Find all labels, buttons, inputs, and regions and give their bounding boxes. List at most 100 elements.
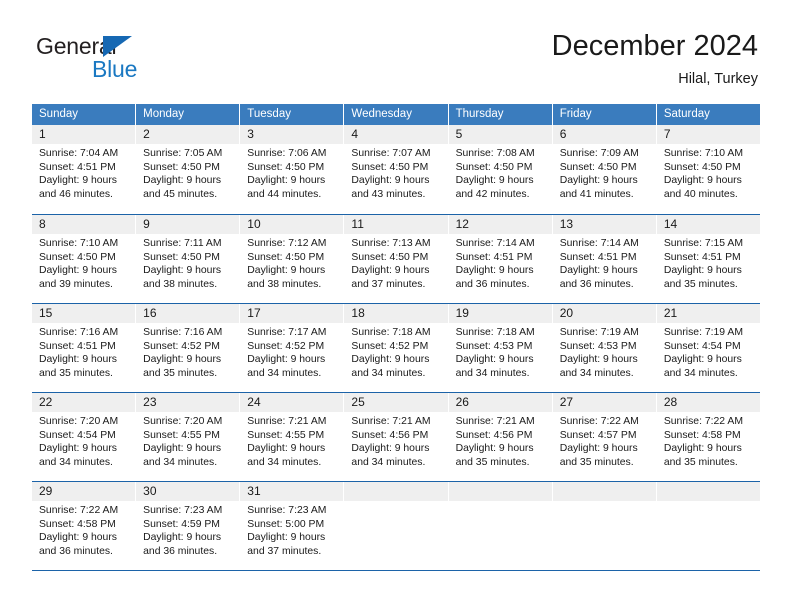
day-detail-line: Sunrise: 7:14 AM [559, 238, 639, 249]
calendar-day-cell-empty [656, 482, 760, 570]
calendar-day-cell-11[interactable]: 11 Sunrise: 7:13 AM Sunset: 4:50 PM Dayligh… [344, 215, 449, 303]
day-detail-lines: Sunrise: 7:14 AM Sunset: 4:51 PM Daylight:… [553, 234, 656, 291]
day-detail-line: Daylight: 9 hours [39, 265, 117, 277]
day-number: 7 [663, 127, 671, 141]
calendar-week-row: 15 Sunrise: 7:16 AM Sunset: 4:51 PM Dayligh… [32, 303, 760, 392]
page-header: General Blue December 2024 Hilal, Turkey [0, 0, 792, 98]
day-detail-line: Sunset: 4:52 PM [143, 340, 220, 352]
day-number: 14 [663, 217, 678, 231]
day-number: 28 [663, 395, 678, 409]
calendar-day-cell-27[interactable]: 27 Sunrise: 7:22 AM Sunset: 4:57 PM Dayligh… [552, 393, 657, 481]
general-blue-logo[interactable]: General Blue [36, 33, 236, 85]
day-detail-line: Sunset: 4:56 PM [351, 429, 429, 441]
day-number-band: 15 [32, 304, 136, 323]
day-number-band: 24 [240, 393, 344, 412]
calendar-day-cell-19[interactable]: 19 Sunrise: 7:18 AM Sunset: 4:53 PM Dayligh… [448, 304, 553, 392]
day-detail-line: Daylight: 9 hours [39, 354, 117, 366]
calendar-day-cell-16[interactable]: 16 Sunrise: 7:16 AM Sunset: 4:52 PM Dayligh… [136, 304, 241, 392]
table-bottom-border [32, 570, 760, 571]
day-detail-lines [449, 501, 552, 504]
calendar-day-cell-2[interactable]: 2 Sunrise: 7:05 AM Sunset: 4:50 PM Daylight… [136, 125, 241, 214]
calendar-week-row: 1 Sunrise: 7:04 AM Sunset: 4:51 PM Daylight… [32, 125, 760, 214]
day-detail-lines: Sunrise: 7:22 AM Sunset: 4:57 PM Daylight:… [553, 412, 656, 469]
calendar-day-cell-14[interactable]: 14 Sunrise: 7:15 AM Sunset: 4:51 PM Dayligh… [656, 215, 760, 303]
calendar-day-cell-13[interactable]: 13 Sunrise: 7:14 AM Sunset: 4:51 PM Dayligh… [552, 215, 657, 303]
day-detail-line: and 44 minutes. [247, 188, 322, 200]
day-detail-line: Sunset: 4:58 PM [39, 518, 116, 530]
day-detail-lines: Sunrise: 7:12 AM Sunset: 4:50 PM Daylight:… [240, 234, 343, 291]
day-detail-lines: Sunrise: 7:23 AM Sunset: 5:00 PM Daylight:… [240, 501, 343, 558]
calendar-day-cell-7[interactable]: 7 Sunrise: 7:10 AM Sunset: 4:50 PM Daylight… [656, 125, 760, 214]
calendar-day-cell-22[interactable]: 22 Sunrise: 7:20 AM Sunset: 4:54 PM Dayligh… [32, 393, 137, 481]
day-of-week-header-friday: Friday [552, 104, 657, 125]
calendar-day-cell-4[interactable]: 4 Sunrise: 7:07 AM Sunset: 4:50 PM Daylight… [344, 125, 449, 214]
day-detail-line: and 41 minutes. [559, 188, 634, 200]
day-detail-line: Daylight: 9 hours [39, 443, 117, 455]
day-detail-line: Sunset: 4:55 PM [143, 429, 220, 441]
day-number-band [552, 482, 656, 501]
day-detail-line: Sunrise: 7:13 AM [351, 238, 431, 249]
day-number: 13 [559, 217, 574, 231]
day-detail-line: Sunrise: 7:22 AM [39, 505, 119, 516]
day-detail-line: Daylight: 9 hours [663, 175, 742, 187]
calendar-day-cell-26[interactable]: 26 Sunrise: 7:21 AM Sunset: 4:56 PM Dayligh… [448, 393, 553, 481]
day-detail-line: Daylight: 9 hours [39, 532, 117, 544]
calendar-day-cell-18[interactable]: 18 Sunrise: 7:18 AM Sunset: 4:52 PM Dayligh… [344, 304, 449, 392]
calendar-day-cell-17[interactable]: 17 Sunrise: 7:17 AM Sunset: 4:52 PM Dayligh… [240, 304, 345, 392]
day-detail-lines: Sunrise: 7:21 AM Sunset: 4:55 PM Daylight:… [240, 412, 343, 469]
day-detail-line: Daylight: 9 hours [455, 443, 534, 455]
calendar-day-cell-21[interactable]: 21 Sunrise: 7:19 AM Sunset: 4:54 PM Dayligh… [656, 304, 760, 392]
day-detail-line: Sunrise: 7:10 AM [663, 148, 743, 159]
day-detail-line: and 40 minutes. [663, 188, 738, 200]
day-number: 25 [351, 395, 365, 409]
day-detail-line: and 38 minutes. [247, 278, 322, 290]
calendar-day-cell-1[interactable]: 1 Sunrise: 7:04 AM Sunset: 4:51 PM Daylight… [32, 125, 137, 214]
day-detail-line: Sunset: 4:59 PM [143, 518, 220, 530]
day-detail-line: and 37 minutes. [247, 545, 322, 557]
day-detail-lines: Sunrise: 7:14 AM Sunset: 4:51 PM Daylight:… [449, 234, 552, 291]
day-detail-line: Sunrise: 7:19 AM [559, 327, 639, 338]
logo-text-blue: Blue [92, 56, 138, 82]
calendar-day-cell-25[interactable]: 25 Sunrise: 7:21 AM Sunset: 4:56 PM Dayligh… [344, 393, 449, 481]
day-detail-line: Sunrise: 7:06 AM [247, 148, 327, 159]
calendar-day-cell-24[interactable]: 24 Sunrise: 7:21 AM Sunset: 4:55 PM Dayligh… [240, 393, 345, 481]
calendar-day-cell-29[interactable]: 29 Sunrise: 7:22 AM Sunset: 4:58 PM Dayligh… [32, 482, 137, 570]
day-detail-lines [553, 501, 656, 504]
day-detail-lines [657, 501, 760, 504]
day-detail-line: and 35 minutes. [663, 278, 738, 290]
calendar-day-cell-28[interactable]: 28 Sunrise: 7:22 AM Sunset: 4:58 PM Dayligh… [656, 393, 760, 481]
day-number-band: 26 [448, 393, 552, 412]
day-detail-line: Sunrise: 7:15 AM [663, 238, 743, 249]
day-detail-lines: Sunrise: 7:04 AM Sunset: 4:51 PM Daylight:… [32, 144, 135, 201]
day-detail-line: and 34 minutes. [39, 456, 113, 468]
day-detail-line: Sunrise: 7:04 AM [39, 148, 119, 159]
day-detail-lines: Sunrise: 7:09 AM Sunset: 4:50 PM Daylight:… [553, 144, 656, 201]
day-detail-line: Sunrise: 7:20 AM [143, 416, 223, 427]
calendar-day-cell-10[interactable]: 10 Sunrise: 7:12 AM Sunset: 4:50 PM Dayligh… [240, 215, 345, 303]
calendar-day-cell-8[interactable]: 8 Sunrise: 7:10 AM Sunset: 4:50 PM Daylight… [32, 215, 137, 303]
day-detail-line: Sunrise: 7:16 AM [39, 327, 119, 338]
day-detail-line: Sunrise: 7:22 AM [663, 416, 743, 427]
calendar-day-cell-12[interactable]: 12 Sunrise: 7:14 AM Sunset: 4:51 PM Dayligh… [448, 215, 553, 303]
calendar-day-cell-3[interactable]: 3 Sunrise: 7:06 AM Sunset: 4:50 PM Daylight… [240, 125, 345, 214]
calendar-day-cell-15[interactable]: 15 Sunrise: 7:16 AM Sunset: 4:51 PM Dayligh… [32, 304, 137, 392]
calendar-day-cell-23[interactable]: 23 Sunrise: 7:20 AM Sunset: 4:55 PM Dayligh… [136, 393, 241, 481]
day-number: 5 [455, 127, 463, 141]
day-detail-line: Daylight: 9 hours [39, 175, 117, 187]
day-number: 27 [559, 395, 574, 409]
day-number: 12 [455, 217, 469, 231]
day-of-week-header-monday: Monday [136, 104, 241, 125]
calendar-day-cell-30[interactable]: 30 Sunrise: 7:23 AM Sunset: 4:59 PM Dayligh… [136, 482, 241, 570]
calendar-day-cell-31[interactable]: 31 Sunrise: 7:23 AM Sunset: 5:00 PM Dayligh… [240, 482, 345, 570]
day-detail-line: Sunrise: 7:12 AM [247, 238, 327, 249]
calendar-day-cell-6[interactable]: 6 Sunrise: 7:09 AM Sunset: 4:50 PM Daylight… [552, 125, 657, 214]
day-detail-line: Sunrise: 7:09 AM [559, 148, 639, 159]
calendar-day-cell-20[interactable]: 20 Sunrise: 7:19 AM Sunset: 4:53 PM Dayligh… [552, 304, 657, 392]
day-detail-line: Sunset: 4:50 PM [143, 251, 220, 263]
day-detail-lines: Sunrise: 7:19 AM Sunset: 4:54 PM Daylight:… [657, 323, 760, 380]
day-detail-line: and 35 minutes. [143, 367, 218, 379]
day-detail-lines: Sunrise: 7:22 AM Sunset: 4:58 PM Daylight:… [657, 412, 760, 469]
calendar-day-cell-9[interactable]: 9 Sunrise: 7:11 AM Sunset: 4:50 PM Daylight… [136, 215, 241, 303]
day-detail-line: Daylight: 9 hours [559, 175, 638, 187]
calendar-day-cell-5[interactable]: 5 Sunrise: 7:08 AM Sunset: 4:50 PM Daylight… [448, 125, 553, 214]
